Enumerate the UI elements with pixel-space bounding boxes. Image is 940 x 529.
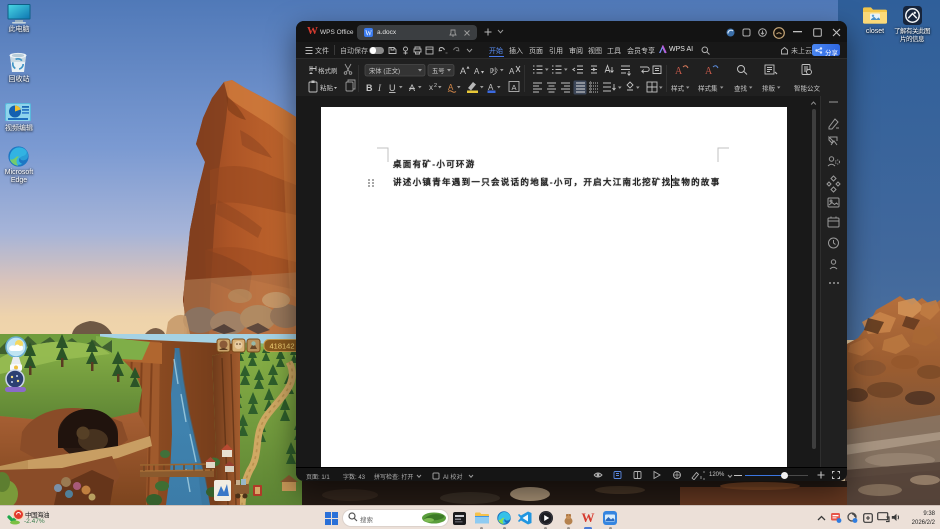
svg-text:B: B xyxy=(366,83,373,93)
svg-text:五号: 五号 xyxy=(432,67,445,75)
svg-text:吵: 吵 xyxy=(490,66,498,76)
svg-text:U: U xyxy=(389,83,396,93)
svg-text:样式: 样式 xyxy=(671,84,685,93)
svg-text:样式集: 样式集 xyxy=(698,84,718,93)
svg-text:x: x xyxy=(429,83,433,92)
svg-text:A: A xyxy=(705,66,713,77)
svg-text:A: A xyxy=(409,83,415,93)
svg-text:A: A xyxy=(512,83,517,92)
svg-text:I: I xyxy=(377,83,382,93)
svg-text:2: 2 xyxy=(434,83,437,89)
svg-text:A: A xyxy=(460,66,466,76)
svg-text:智能公文: 智能公文 xyxy=(794,84,821,93)
svg-text:格式刷: 格式刷 xyxy=(318,66,338,75)
svg-text:排版: 排版 xyxy=(762,84,776,93)
svg-text:A: A xyxy=(509,67,515,76)
svg-text:A: A xyxy=(474,67,480,76)
svg-text:宋体 (正文): 宋体 (正文) xyxy=(369,66,400,75)
svg-text:A: A xyxy=(675,66,683,77)
svg-text:W: W xyxy=(365,29,372,37)
svg-text:418142: 418142 xyxy=(269,342,294,351)
svg-text:查找: 查找 xyxy=(734,84,748,93)
svg-text:粘贴: 粘贴 xyxy=(320,83,334,92)
